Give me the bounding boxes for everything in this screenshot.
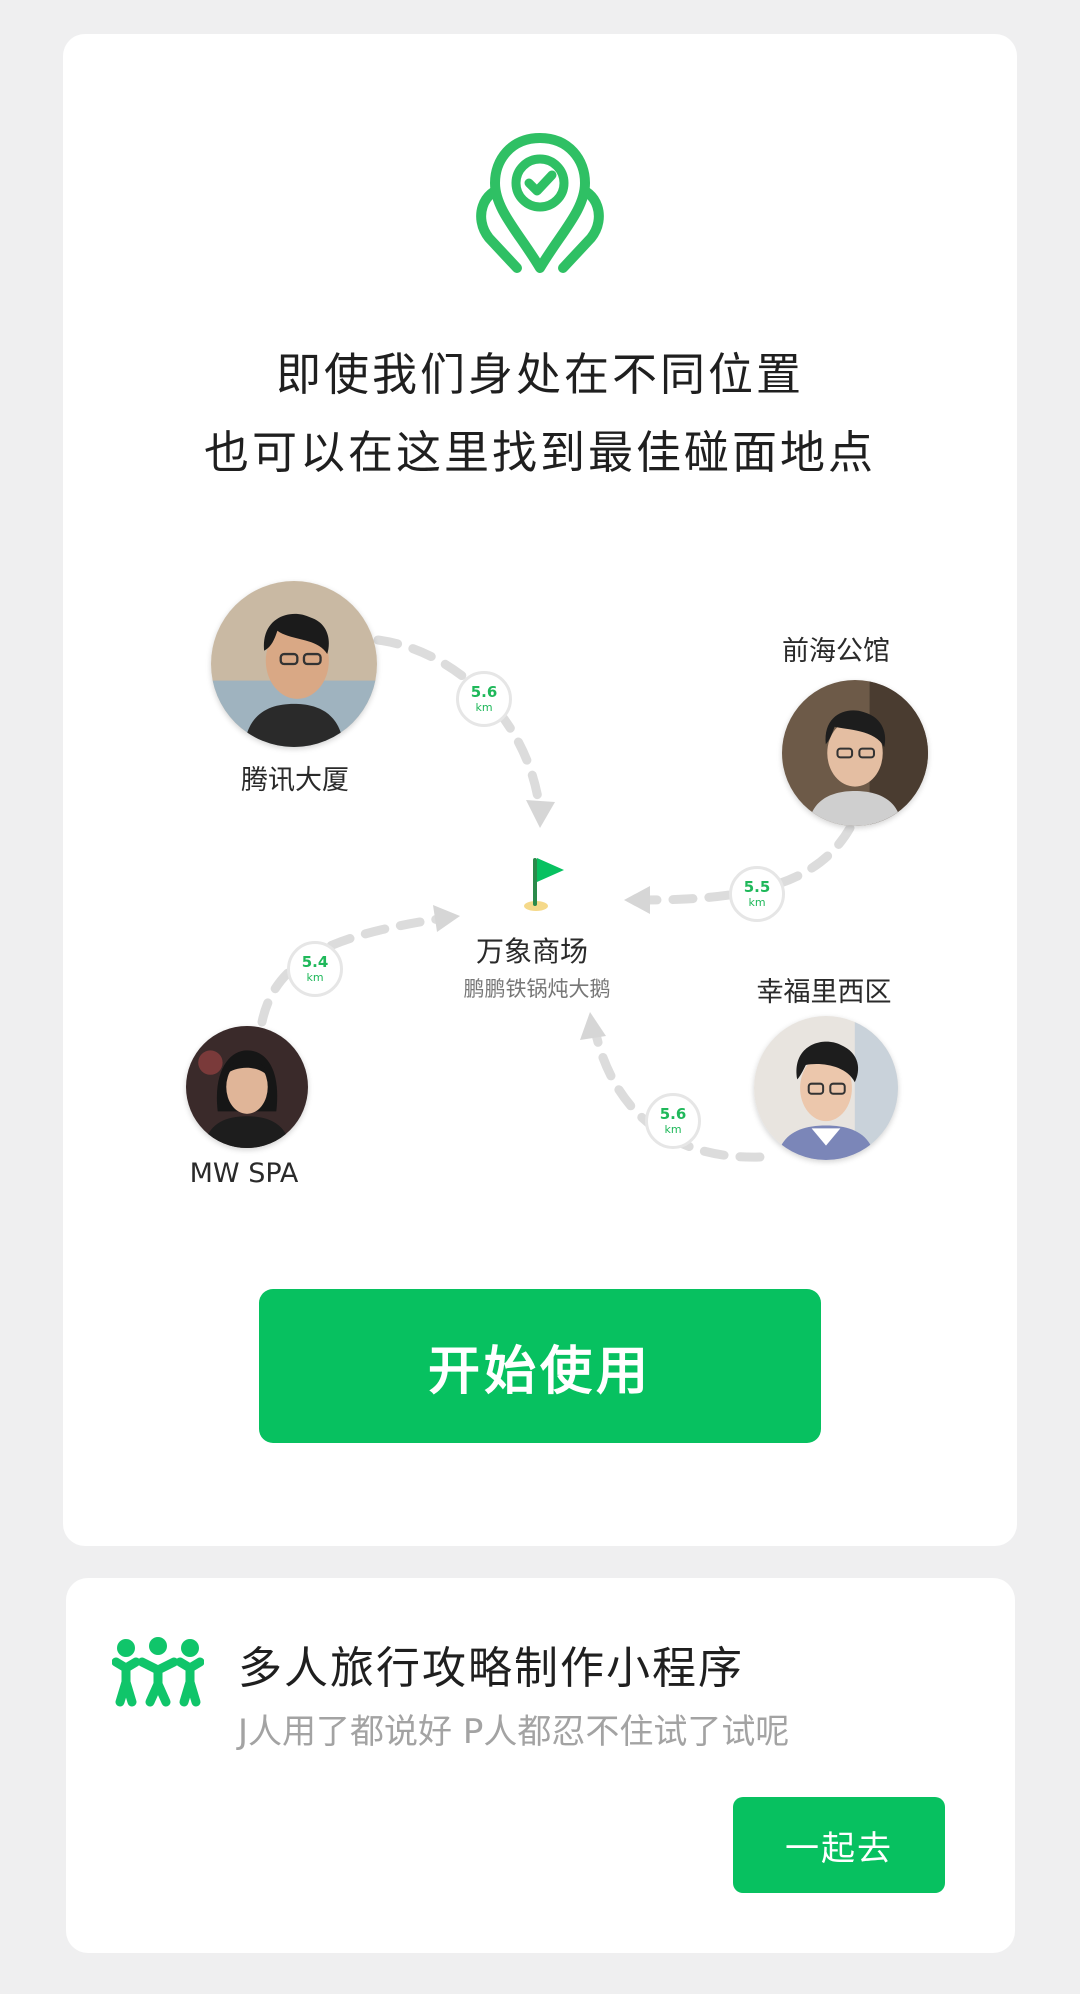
go-together-button[interactable]: 一起去 — [733, 1797, 945, 1893]
flag-icon — [524, 858, 564, 911]
distance-unit: km — [664, 1123, 682, 1136]
distance-value: 5.6 — [470, 683, 498, 701]
group-people-icon — [112, 1637, 204, 1707]
distance-badge: 5.6 km — [456, 671, 512, 727]
participant-place-label: 前海公馆 — [782, 636, 890, 667]
headline-line-1: 即使我们身处在不同位置 — [275, 348, 804, 401]
avatar — [186, 1026, 308, 1148]
distance-value: 5.4 — [301, 953, 329, 971]
distance-value: 5.5 — [743, 878, 771, 896]
avatar — [782, 680, 928, 826]
promo-subtitle: J人用了都说好 P人都忍不住试了试呢 — [238, 1712, 790, 1752]
distance-badge: 5.4 km — [287, 941, 343, 997]
distance-unit: km — [475, 701, 493, 714]
avatar — [754, 1016, 898, 1160]
avatar — [211, 581, 377, 747]
location-check-icon — [476, 133, 604, 273]
distance-badge: 5.6 km — [645, 1093, 701, 1149]
participant-place-label: 幸福里西区 — [756, 977, 892, 1008]
participant-place-label: MW SPA — [189, 1158, 299, 1189]
destination-subtitle: 鹏鹏铁锅炖大鹅 — [463, 977, 611, 1001]
start-button[interactable]: 开始使用 — [259, 1289, 821, 1443]
headline-line-2: 也可以在这里找到最佳碰面地点 — [203, 426, 876, 479]
distance-value: 5.6 — [659, 1105, 687, 1123]
distance-badge: 5.5 km — [729, 866, 785, 922]
distance-unit: km — [748, 896, 766, 909]
promo-title: 多人旅行攻略制作小程序 — [238, 1643, 744, 1694]
participant-place-label: 腾讯大厦 — [241, 765, 349, 796]
destination-name: 万象商场 — [475, 935, 589, 968]
distance-unit: km — [306, 971, 324, 984]
